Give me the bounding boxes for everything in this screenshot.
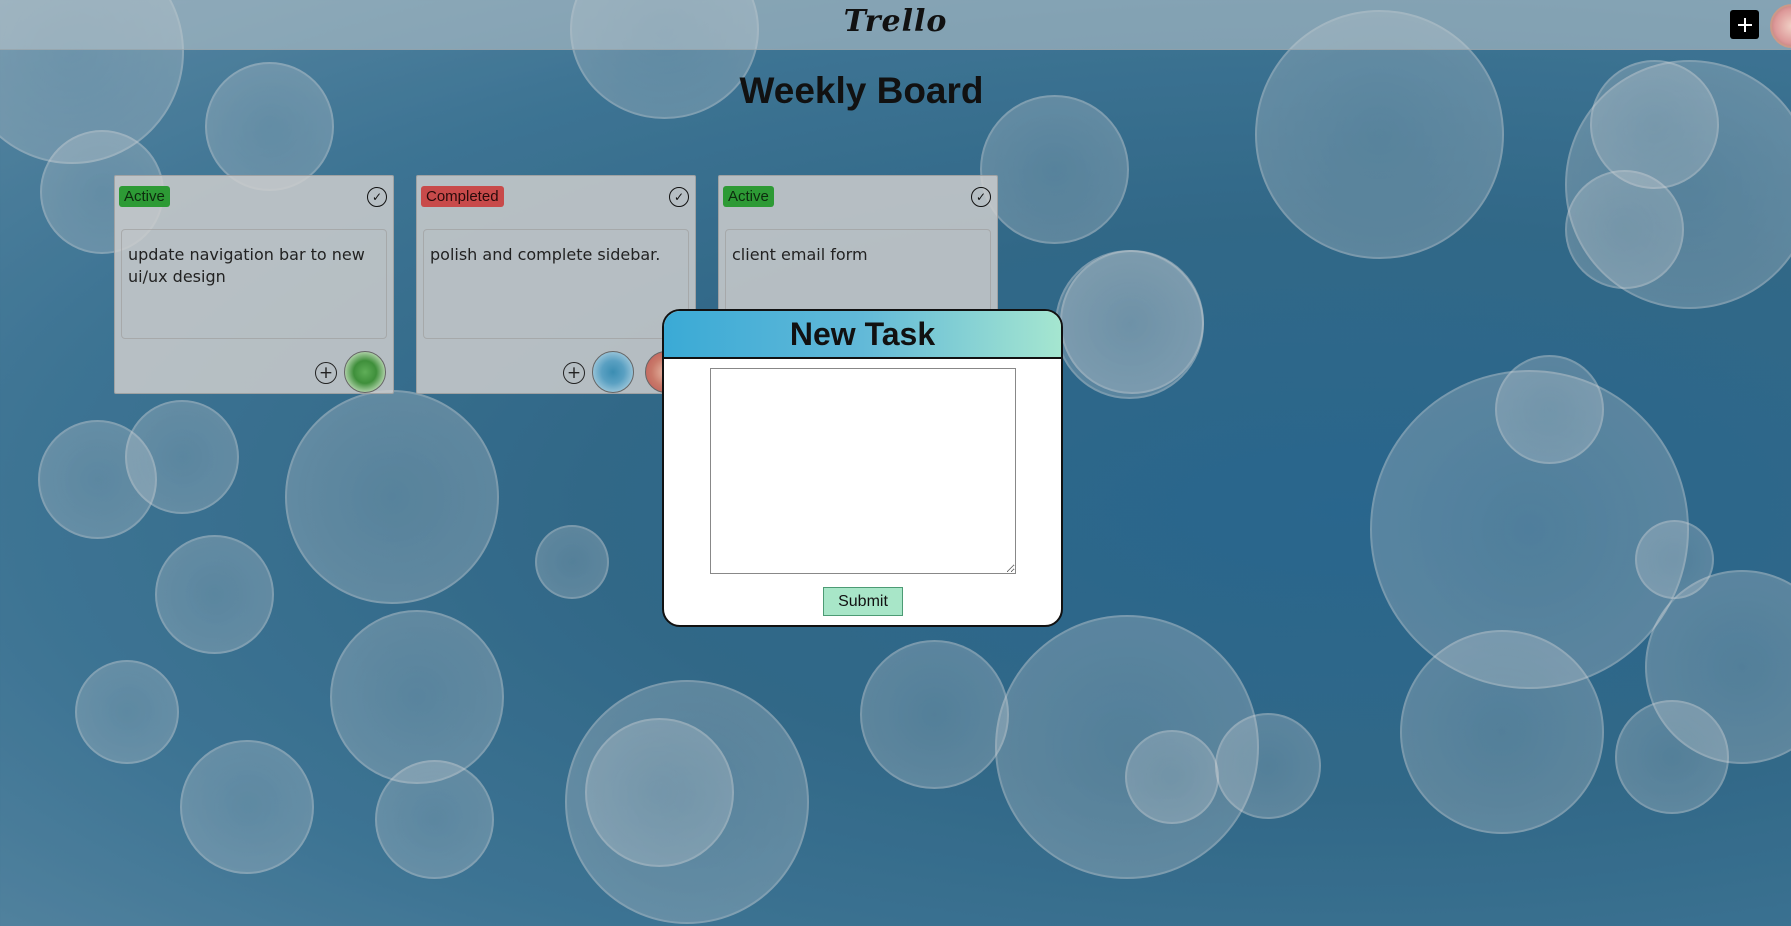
new-task-modal: New Task Submit — [662, 309, 1063, 627]
status-badge[interactable]: Active — [723, 186, 774, 207]
add-assignee-icon[interactable]: + — [563, 362, 585, 384]
status-badge[interactable]: Active — [119, 186, 170, 207]
add-assignee-icon[interactable]: + — [315, 362, 337, 384]
check-circle-icon[interactable]: ✓ — [971, 187, 991, 207]
modal-title: New Task — [664, 311, 1061, 359]
task-text[interactable]: polish and complete sidebar. — [423, 229, 689, 339]
board-title: Weekly Board — [739, 70, 984, 111]
task-card[interactable]: Active ✓ update navigation bar to new ui… — [114, 175, 394, 394]
assignee-avatar[interactable] — [344, 351, 386, 393]
plus-icon — [1737, 17, 1752, 32]
top-navigation-bar: Trello — [0, 0, 1791, 50]
app-logo[interactable]: Trello — [0, 4, 1791, 39]
task-card[interactable]: Completed ✓ polish and complete sidebar.… — [416, 175, 696, 394]
assignee-avatar[interactable] — [592, 351, 634, 393]
task-description-input[interactable] — [710, 368, 1016, 574]
submit-button[interactable]: Submit — [823, 587, 903, 616]
task-text[interactable]: update navigation bar to new ui/ux desig… — [121, 229, 387, 339]
add-board-button[interactable] — [1730, 10, 1759, 39]
status-badge[interactable]: Completed — [421, 186, 504, 207]
check-circle-icon[interactable]: ✓ — [367, 187, 387, 207]
check-circle-icon[interactable]: ✓ — [669, 187, 689, 207]
